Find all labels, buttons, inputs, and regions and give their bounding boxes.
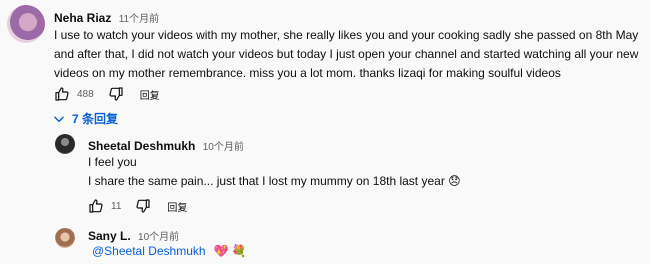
reply-button[interactable]: 回复	[167, 199, 187, 214]
author-name[interactable]: Sheetal Deshmukh	[88, 139, 195, 153]
avatar[interactable]	[7, 5, 45, 43]
bouquet-emoji: 💐	[231, 244, 247, 258]
thumb-down-icon[interactable]	[135, 198, 151, 214]
comment-author[interactable]: Neha Riaz 11个月前	[54, 10, 159, 25]
reply-time[interactable]: 10个月前	[138, 232, 179, 243]
like-count: 488	[77, 88, 94, 100]
reply-button[interactable]: 回复	[140, 87, 160, 102]
reply-text-line: I feel you	[88, 155, 137, 169]
comment-text-line: I use to watch your videos with my mothe…	[54, 28, 639, 42]
mention-link[interactable]: @Sheetal Deshmukh	[92, 244, 206, 258]
comment-text-line: and after that, I did not watch your vid…	[54, 47, 639, 61]
replies-toggle-label[interactable]: 7 条回复	[72, 110, 118, 127]
reply-text: @Sheetal Deshmukh 💖 💐	[92, 244, 246, 258]
replies-toggle-button[interactable]: 7 条回复	[52, 110, 118, 127]
thumb-up-icon[interactable]	[88, 198, 104, 214]
reply-text-line: I share the same pain... just that I los…	[88, 174, 461, 188]
like-count: 11	[111, 200, 122, 212]
sparkling-heart-emoji: 💖	[213, 244, 229, 258]
comment-actions: 488 回复	[54, 86, 160, 102]
reply-text: I feel you I share the same pain... just…	[88, 153, 628, 191]
thumb-down-icon[interactable]	[108, 86, 124, 102]
author-name[interactable]: Sany L.	[88, 229, 131, 243]
avatar[interactable]	[55, 134, 75, 154]
thumb-up-icon[interactable]	[54, 86, 70, 102]
author-name[interactable]: Neha Riaz	[54, 11, 111, 25]
comment-time[interactable]: 11个月前	[119, 14, 159, 25]
reply-time[interactable]: 10个月前	[203, 142, 244, 153]
avatar[interactable]	[55, 228, 75, 248]
reply-author[interactable]: Sany L. 10个月前	[88, 228, 179, 243]
chevron-down-icon	[52, 112, 66, 126]
reply-author[interactable]: Sheetal Deshmukh 10个月前	[88, 138, 244, 153]
comment-text: I use to watch your videos with my mothe…	[54, 26, 644, 83]
comment-text-line: videos on my mother remembrance. miss yo…	[54, 66, 561, 80]
reply-actions: 11 回复	[88, 198, 187, 214]
